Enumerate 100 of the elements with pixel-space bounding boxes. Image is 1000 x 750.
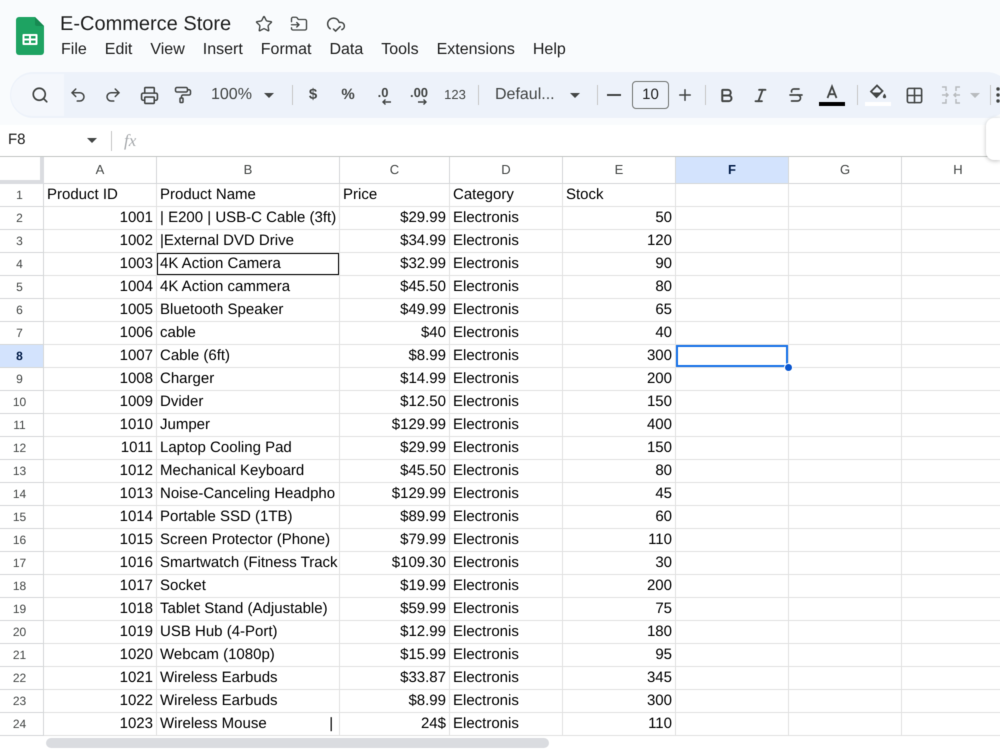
row-header[interactable]: 4 <box>0 253 44 276</box>
empty-cell[interactable] <box>789 460 902 483</box>
row-header[interactable]: 23 <box>0 690 44 713</box>
row-header[interactable]: 6 <box>0 299 44 322</box>
empty-cell[interactable] <box>789 207 902 230</box>
empty-cell[interactable] <box>676 575 789 598</box>
empty-cell[interactable] <box>789 575 902 598</box>
font-dropdown[interactable]: Defaul... <box>487 81 588 109</box>
row-header[interactable]: 11 <box>0 414 44 437</box>
menu-item[interactable]: Data <box>320 39 372 61</box>
folder-icon[interactable] <box>290 15 308 33</box>
row-header[interactable]: 10 <box>0 391 44 414</box>
column-header[interactable]: E <box>563 157 676 184</box>
row-header[interactable]: 18 <box>0 575 44 598</box>
column-header[interactable]: G <box>789 157 902 184</box>
empty-cell[interactable] <box>676 644 789 667</box>
empty-cell[interactable] <box>789 437 902 460</box>
empty-cell[interactable] <box>676 621 789 644</box>
scrollbar-thumb[interactable] <box>46 738 549 748</box>
empty-cell[interactable] <box>789 299 902 322</box>
font-size-field[interactable]: 10 <box>632 81 669 109</box>
empty-cell[interactable] <box>676 506 789 529</box>
column-header[interactable]: C <box>340 157 450 184</box>
empty-cell[interactable] <box>789 690 902 713</box>
menu-item[interactable]: View <box>141 39 194 61</box>
empty-cell[interactable] <box>676 437 789 460</box>
empty-cell[interactable] <box>789 506 902 529</box>
empty-cell[interactable] <box>789 598 902 621</box>
column-header[interactable]: B <box>157 157 340 184</box>
empty-cell[interactable] <box>789 644 902 667</box>
empty-cell[interactable] <box>676 207 789 230</box>
search-button[interactable] <box>11 74 64 116</box>
empty-cell[interactable] <box>789 391 902 414</box>
empty-cell[interactable] <box>676 322 789 345</box>
zoom-dropdown[interactable]: 100% <box>203 81 282 109</box>
menu-item[interactable]: Help <box>524 39 575 61</box>
currency-button[interactable]: $ <box>299 81 327 109</box>
empty-cell[interactable] <box>676 690 789 713</box>
row-header[interactable]: 5 <box>0 276 44 299</box>
menu-item[interactable]: Format <box>252 39 320 61</box>
empty-cell[interactable] <box>676 598 789 621</box>
empty-cell[interactable] <box>676 391 789 414</box>
more-icon[interactable] <box>996 87 1000 103</box>
empty-cell[interactable] <box>789 322 902 345</box>
empty-cell[interactable] <box>676 460 789 483</box>
column-header[interactable]: A <box>44 157 157 184</box>
row-header[interactable]: 3 <box>0 230 44 253</box>
empty-cell[interactable] <box>789 552 902 575</box>
empty-cell[interactable] <box>789 368 902 391</box>
empty-cell[interactable] <box>676 299 789 322</box>
empty-cell[interactable] <box>789 253 902 276</box>
empty-cell[interactable] <box>789 276 902 299</box>
fill-handle[interactable] <box>784 363 793 372</box>
empty-cell[interactable] <box>676 230 789 253</box>
row-header[interactable]: 15 <box>0 506 44 529</box>
row-header[interactable]: 16 <box>0 529 44 552</box>
row-header[interactable]: 20 <box>0 621 44 644</box>
decrease-decimal-button[interactable]: .0 <box>369 81 397 109</box>
empty-cell[interactable] <box>676 667 789 690</box>
empty-cell[interactable] <box>676 552 789 575</box>
row-header[interactable]: 21 <box>0 644 44 667</box>
row-header[interactable]: 22 <box>0 667 44 690</box>
app-logo-icon[interactable] <box>16 17 44 55</box>
row-header[interactable]: 2 <box>0 207 44 230</box>
empty-cell[interactable] <box>676 483 789 506</box>
menu-item[interactable]: Edit <box>96 39 142 61</box>
row-header[interactable]: 9 <box>0 368 44 391</box>
menu-item[interactable]: File <box>52 39 96 61</box>
number-format-button[interactable]: 123 <box>439 81 471 109</box>
empty-cell[interactable] <box>789 667 902 690</box>
empty-cell[interactable] <box>676 184 789 207</box>
side-panel-tab[interactable] <box>986 118 1000 160</box>
column-header[interactable]: F <box>676 157 789 184</box>
row-header[interactable]: 7 <box>0 322 44 345</box>
row-header[interactable]: 19 <box>0 598 44 621</box>
empty-cell[interactable] <box>789 621 902 644</box>
empty-cell[interactable] <box>676 529 789 552</box>
row-header[interactable]: 17 <box>0 552 44 575</box>
row-header[interactable]: 13 <box>0 460 44 483</box>
row-header[interactable]: 24 <box>0 713 44 736</box>
empty-cell[interactable] <box>789 230 902 253</box>
empty-cell[interactable] <box>789 414 902 437</box>
menu-item[interactable]: Extensions <box>428 39 524 61</box>
empty-cell[interactable] <box>676 253 789 276</box>
menu-item[interactable]: Tools <box>372 39 428 61</box>
row-header[interactable]: 1 <box>0 184 44 207</box>
empty-cell[interactable] <box>789 483 902 506</box>
empty-cell[interactable] <box>789 184 902 207</box>
select-all-corner[interactable] <box>0 157 44 184</box>
column-header[interactable]: D <box>450 157 563 184</box>
percent-button[interactable]: % <box>334 81 362 109</box>
empty-cell[interactable] <box>676 414 789 437</box>
name-box[interactable]: F8 <box>0 125 104 156</box>
document-title[interactable]: E-Commerce Store <box>60 11 232 37</box>
increase-decimal-button[interactable]: .00 <box>405 81 433 109</box>
row-header[interactable]: 8 <box>0 345 44 368</box>
empty-cell[interactable] <box>676 276 789 299</box>
row-header[interactable]: 12 <box>0 437 44 460</box>
row-header[interactable]: 14 <box>0 483 44 506</box>
star-icon[interactable] <box>255 15 274 33</box>
